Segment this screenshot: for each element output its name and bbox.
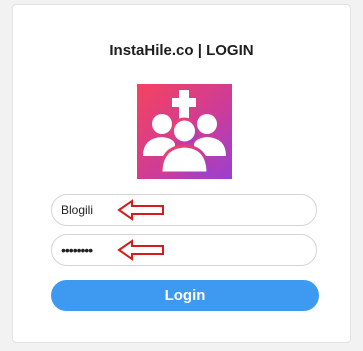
page-title: InstaHile.co | LOGIN (109, 42, 254, 59)
login-button[interactable]: Login (51, 280, 319, 311)
username-input[interactable] (61, 195, 301, 225)
password-input[interactable] (61, 235, 301, 265)
left-arrow-icon (117, 239, 164, 261)
login-card: InstaHile.co | LOGIN Blogili •••••••• Lo… (12, 4, 351, 343)
left-arrow-icon (117, 199, 164, 221)
username-field[interactable] (51, 194, 317, 226)
password-field[interactable] (51, 234, 317, 266)
app-logo (137, 84, 232, 179)
